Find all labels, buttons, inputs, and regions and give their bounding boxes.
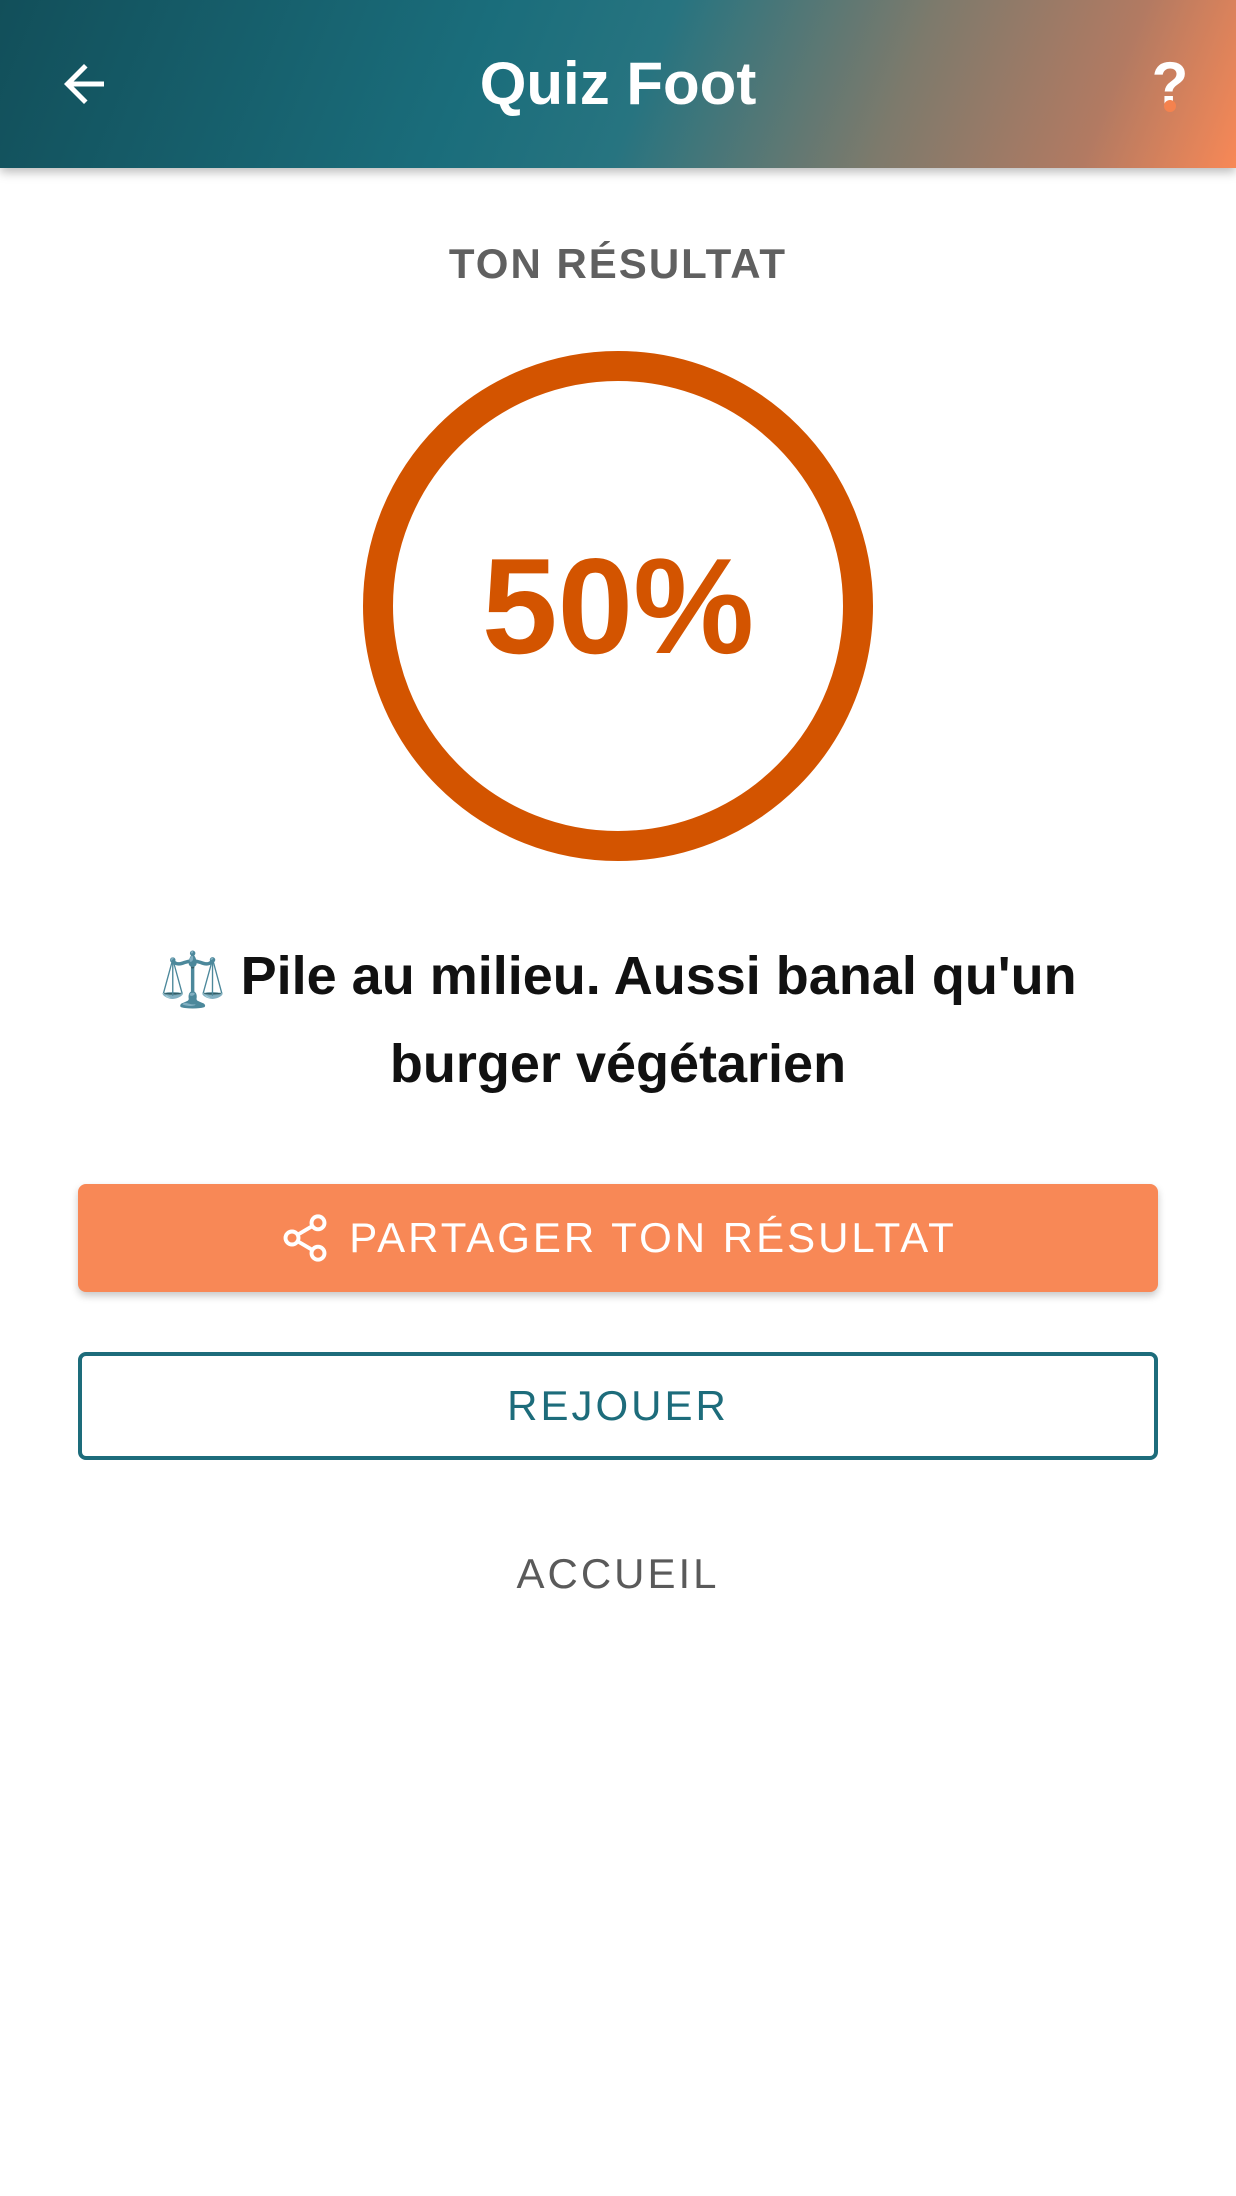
question-mark-icon: ? (1152, 54, 1189, 114)
app-bar: Quiz Foot ? (0, 0, 1236, 168)
replay-button-label: REJOUER (507, 1382, 729, 1429)
app-title: Quiz Foot (479, 50, 757, 117)
verdict-message: ⚖️ Pile au milieu. Aussi banal qu'un burg… (120, 934, 1116, 1106)
share-icon (283, 1214, 327, 1262)
home-button[interactable]: ACCUEIL (78, 1520, 1158, 1628)
scales-icon: ⚖️ (159, 949, 227, 1010)
help-dot (1164, 100, 1176, 112)
share-result-button[interactable]: PARTAGER TON RÉSULTAT (78, 1184, 1158, 1292)
home-button-label: ACCUEIL (516, 1550, 720, 1597)
result-label: TON RÉSULTAT (448, 240, 788, 287)
score-value: 50% (481, 530, 755, 682)
share-button-label: PARTAGER TON RÉSULTAT (349, 1214, 957, 1261)
help-button[interactable]: ? (1130, 44, 1210, 124)
replay-button[interactable]: REJOUER (78, 1352, 1158, 1460)
verdict-text: Pile au milieu. Aussi banal qu'un burger… (240, 946, 1077, 1094)
